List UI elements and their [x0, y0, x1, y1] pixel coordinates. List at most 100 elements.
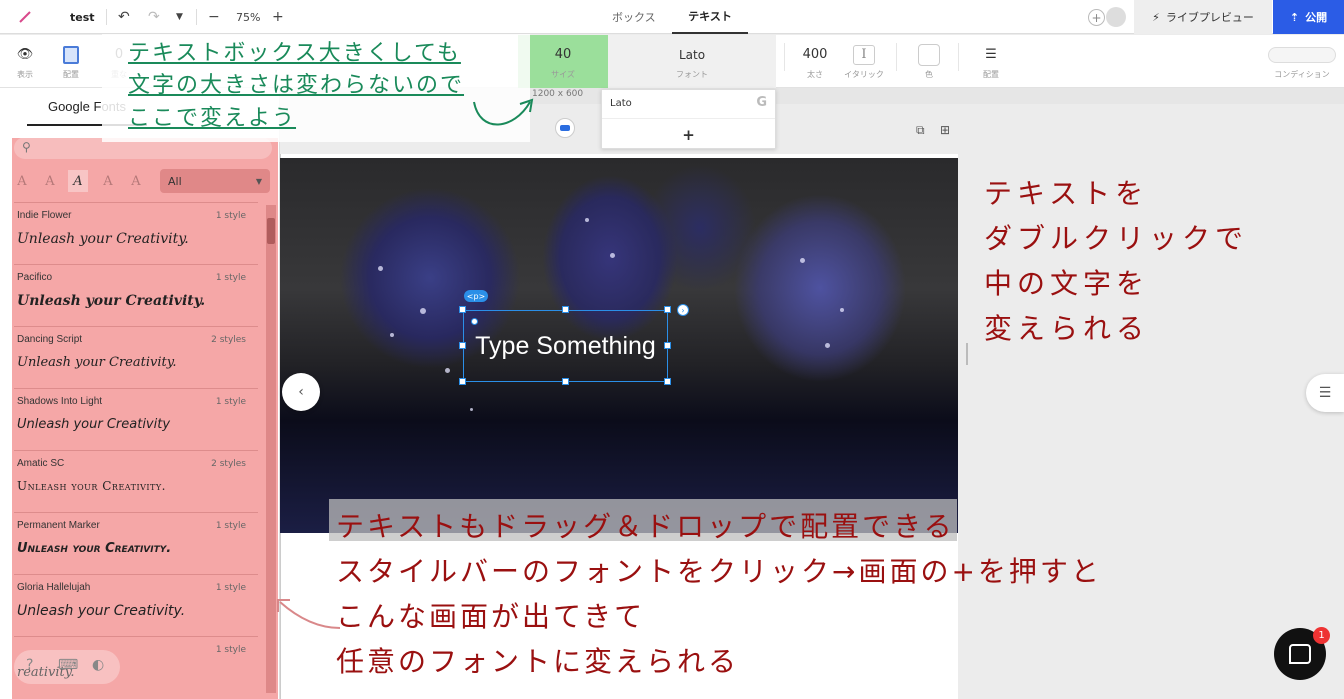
filter-mono-icon[interactable]: A: [126, 170, 146, 192]
divider: [196, 9, 197, 25]
history-dropdown-icon[interactable]: ▼: [176, 0, 183, 34]
resize-handle-bottom-right[interactable]: [664, 378, 671, 385]
tab-text[interactable]: テキスト: [672, 0, 748, 34]
resize-handle-bottom[interactable]: [562, 378, 569, 385]
canvas-resize-handle[interactable]: [966, 343, 968, 365]
keyboard-icon[interactable]: ⌨: [58, 657, 78, 673]
annotation-arrow-icon: [277, 599, 341, 629]
condition-toggle: [1268, 44, 1336, 66]
annotation-text: テキストボックス大きくしても: [128, 41, 461, 66]
resize-handle-right[interactable]: [664, 342, 671, 349]
font-name: Gloria Hallelujah: [17, 582, 91, 593]
divider: [896, 43, 897, 71]
category-select[interactable]: All ▼: [160, 169, 270, 193]
copy-icon[interactable]: ⧉: [916, 123, 925, 138]
font-list-item[interactable]: Indie Flower 1 style Unleash your Creati…: [14, 202, 258, 264]
font-name: Pacifico: [17, 272, 53, 283]
zoom-out-icon[interactable]: −: [208, 0, 220, 34]
font-style-count: 1 style: [215, 645, 246, 655]
collapse-panel-button[interactable]: ‹: [282, 373, 320, 411]
annotation-text: テキストもドラッグ＆ドロップで配置できる: [336, 510, 955, 543]
font-weight-label: 太さ: [807, 69, 823, 79]
font-size-label: サイズ: [551, 69, 575, 79]
font-weight-value: 400: [802, 47, 828, 62]
document-title[interactable]: test: [70, 0, 95, 34]
add-font-button[interactable]: +: [602, 121, 775, 149]
font-preview: Unleash your Creativity: [17, 417, 171, 432]
photo-detail: [378, 266, 383, 271]
add-collaborator-icon[interactable]: +: [1088, 9, 1105, 26]
placement-label: 配置: [63, 69, 79, 79]
font-name: Dancing Script: [17, 334, 83, 345]
font-name: Amatic SC: [17, 458, 65, 469]
live-preview-button[interactable]: ⚡ ライブプレビュー: [1134, 0, 1272, 34]
font-list-item[interactable]: Pacifico 1 style Unleash your Creativity…: [14, 264, 258, 326]
side-menu-button[interactable]: ☰: [1306, 374, 1344, 412]
photo-detail: [390, 333, 394, 337]
font-list-item[interactable]: Gloria Hallelujah 1 style Unleash your C…: [14, 574, 258, 636]
publish-button[interactable]: ⇡ 公開: [1273, 0, 1344, 34]
font-list-item[interactable]: Permanent Marker 1 style Unleash your Cr…: [14, 512, 258, 574]
font-style-count: 2 styles: [211, 335, 246, 345]
text-element-content[interactable]: Type Something: [475, 332, 656, 361]
font-style-count: 1 style: [215, 273, 246, 283]
photo-detail: [610, 253, 615, 258]
font-dropdown: Lato G +: [601, 89, 776, 149]
align-label: 配置: [983, 69, 999, 79]
element-menu-icon[interactable]: ›: [677, 304, 689, 316]
font-list-item[interactable]: Shadows Into Light 1 style Unleash your …: [14, 388, 258, 450]
text-align-tool[interactable]: ☰ 配置: [972, 35, 1010, 88]
help-icon[interactable]: ?: [26, 657, 33, 673]
view-tool[interactable]: 👁 表示: [10, 35, 40, 88]
annotation-text: スタイルバーのフォントをクリック→画面の+を押すと: [336, 555, 1102, 588]
theme-icon[interactable]: ◐: [92, 657, 104, 673]
zoom-level[interactable]: 75%: [236, 0, 260, 34]
resize-handle-top-left[interactable]: [459, 306, 466, 313]
font-name: Permanent Marker: [17, 520, 100, 531]
placement-tool[interactable]: 配置: [56, 35, 86, 88]
filter-handwriting-icon[interactable]: A: [68, 170, 88, 192]
resize-handle-top[interactable]: [562, 306, 569, 313]
condition-tool[interactable]: コンディション: [1264, 35, 1340, 88]
publish-label: 公開: [1305, 11, 1328, 24]
resize-handle-top-right[interactable]: [664, 306, 671, 313]
canvas-size-label: 1200 x 600: [532, 89, 584, 99]
undo-icon[interactable]: ↶: [118, 0, 130, 34]
photo-detail: [420, 308, 426, 314]
element-tag-badge[interactable]: <p>: [464, 290, 488, 302]
color-tool[interactable]: 色: [910, 35, 948, 88]
condition-label: コンディション: [1274, 69, 1330, 79]
zoom-in-icon[interactable]: +: [272, 0, 284, 34]
font-list-item[interactable]: Dancing Script 2 styles Unleash your Cre…: [14, 326, 258, 388]
font-preview: Unleash your Creativity.: [17, 293, 206, 309]
selected-text-element[interactable]: Type Something: [463, 310, 668, 382]
photo-detail: [825, 343, 830, 348]
tab-box[interactable]: ボックス: [612, 0, 656, 34]
scrollbar-thumb[interactable]: [267, 218, 275, 244]
font-size-tool[interactable]: 40 サイズ: [518, 35, 608, 88]
add-page-icon[interactable]: ⊞: [940, 123, 950, 137]
resize-handle-left[interactable]: [459, 342, 466, 349]
annotation-text: テキストを: [984, 177, 1149, 210]
font-list-item[interactable]: Amatic SC 2 styles Unleash your Creativi…: [14, 450, 258, 512]
device-toggle-button[interactable]: [555, 118, 575, 138]
italic-tool[interactable]: I イタリック: [842, 35, 886, 88]
filter-serif-icon[interactable]: A: [12, 170, 32, 192]
font-option-current[interactable]: Lato: [610, 98, 632, 109]
italic-icon: I: [853, 44, 875, 66]
pen-logo-icon[interactable]: [18, 0, 34, 34]
rotate-handle[interactable]: [471, 318, 478, 325]
photo-detail: [800, 258, 805, 263]
chat-icon: [1289, 644, 1311, 664]
notification-badge: 1: [1313, 627, 1330, 644]
redo-icon[interactable]: ↷: [148, 0, 160, 34]
font-weight-tool[interactable]: 400 太さ: [796, 35, 834, 88]
avatar[interactable]: [1106, 7, 1126, 27]
font-name: Shadows Into Light: [17, 396, 103, 407]
filter-display-icon[interactable]: A: [98, 170, 118, 192]
font-family-tool[interactable]: Lato フォント: [608, 35, 776, 88]
filter-sans-icon[interactable]: A: [40, 170, 60, 192]
resize-handle-bottom-left[interactable]: [459, 378, 466, 385]
annotation-text: 文字の大きさは変わらないので: [128, 73, 465, 98]
annotation-text: ここで変えよう: [128, 106, 297, 131]
